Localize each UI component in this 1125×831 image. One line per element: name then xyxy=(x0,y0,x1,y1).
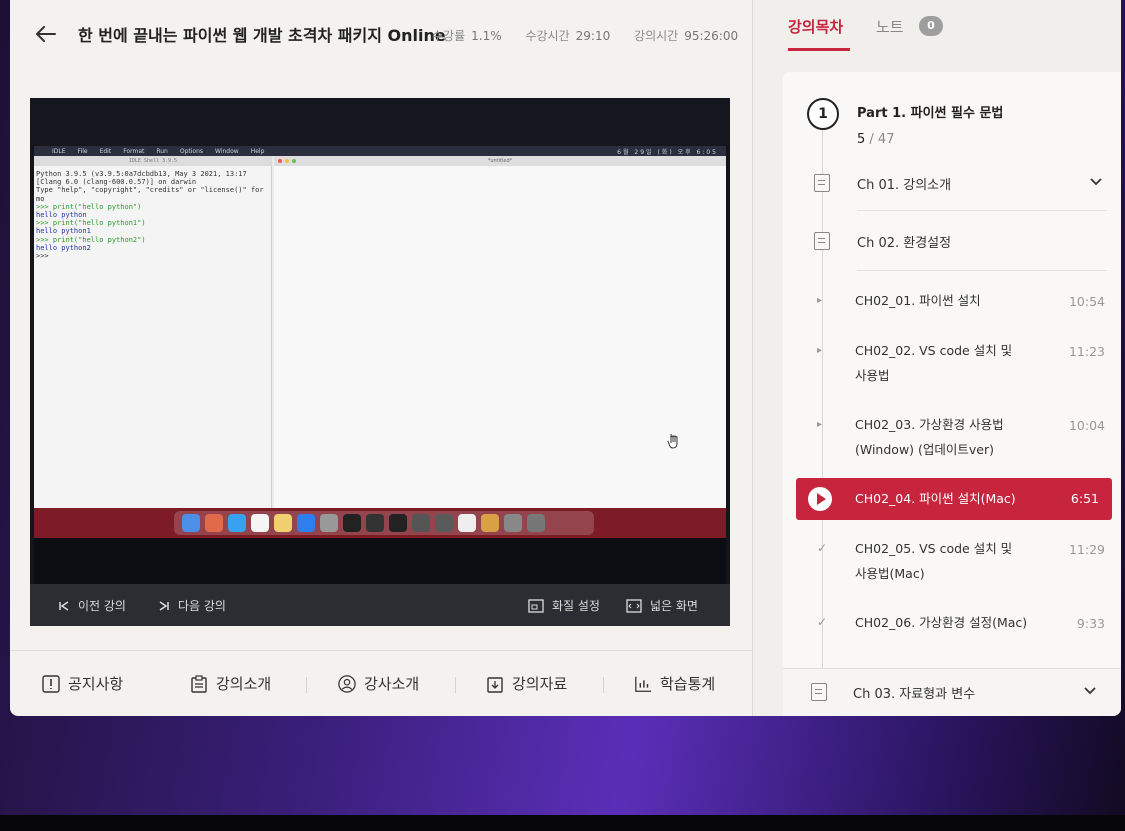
wide-screen-icon xyxy=(626,598,642,613)
tab-course-intro[interactable]: 강의소개 xyxy=(190,673,271,694)
notes-count-badge: 0 xyxy=(919,16,943,36)
curriculum-sidebar: 강의목차 노트 0 1 Part 1. 파이썬 필수 문법 5 / 47 Ch … xyxy=(752,0,1121,716)
chevron-down-icon xyxy=(1084,687,1096,695)
video-frame: IDLE Shell 3.9.5 Python 3.9.5 (v3.9.5:0a… xyxy=(34,156,726,508)
play-circle-icon xyxy=(808,487,832,511)
course-title: 한 번에 끝내는 파이썬 웹 개발 초격차 패키지 Online xyxy=(78,26,446,45)
part-number-badge: 1 xyxy=(807,98,839,130)
idle-editor-window: *untitled* xyxy=(274,156,726,508)
skip-forward-icon xyxy=(159,600,169,611)
quality-settings-button[interactable]: 화질 설정 xyxy=(528,597,600,614)
stat-progress: 수강률 1.1% xyxy=(432,29,502,43)
idle-shell-window: IDLE Shell 3.9.5 Python 3.9.5 (v3.9.5:0a… xyxy=(34,156,272,508)
tab-curriculum[interactable]: 강의목차 xyxy=(788,16,843,37)
tab-notes[interactable]: 노트 xyxy=(876,16,904,37)
next-lecture-button[interactable]: 다음 강의 xyxy=(158,597,226,614)
tab-instructor-intro[interactable]: 강사소개 xyxy=(338,673,419,694)
back-button[interactable] xyxy=(34,20,58,48)
curriculum-panel: 1 Part 1. 파이썬 필수 문법 5 / 47 Ch 01. 강의소개 C… xyxy=(783,72,1121,716)
checkmark-icon: ✓ xyxy=(817,615,828,629)
lesson-item[interactable]: ▸ CH02_01. 파이썬 설치 10:54 xyxy=(783,288,1121,314)
lesson-item[interactable]: ✓ CH02_06. 가상환경 설정(Mac) 9:33 xyxy=(783,610,1121,636)
mouse-pointer-icon xyxy=(667,434,678,449)
chapter-header[interactable]: Ch 03. 자료형과 변수 xyxy=(783,668,1121,716)
prev-lecture-button[interactable]: 이전 강의 xyxy=(58,597,126,614)
course-stats: 수강률 1.1% 수강시간 29:10 강의시간 95:26:00 xyxy=(432,27,758,44)
bar-chart-icon xyxy=(634,675,652,693)
mac-dock-area xyxy=(34,508,726,538)
user-circle-icon xyxy=(338,674,356,693)
lesson-item[interactable]: ▸ CH02_02. VS code 설치 및 사용법 11:23 xyxy=(783,338,1121,388)
play-small-icon: ▸ xyxy=(817,419,823,430)
play-small-icon: ▸ xyxy=(817,295,823,306)
document-icon xyxy=(814,174,830,192)
quality-icon xyxy=(528,598,544,613)
tab-notice[interactable]: 공지사항 xyxy=(42,673,123,694)
player-controls: 이전 강의 다음 강의 화질 설정 넓은 화면 xyxy=(30,584,730,626)
lecture-tabs: 공지사항 강의소개 강사소개 강의자료 학습통계 xyxy=(10,650,755,716)
lesson-item[interactable]: ✓ CH02_05. VS code 설치 및 사용법(Mac) 11:29 xyxy=(783,536,1121,586)
course-header: 한 번에 끝내는 파이썬 웹 개발 초격차 패키지 Online 수강률 1.1%… xyxy=(10,0,755,70)
video-player[interactable]: IDLE File Edit Format Run Options Window… xyxy=(30,98,730,626)
mac-menubar: IDLE File Edit Format Run Options Window… xyxy=(34,146,726,156)
chapter-header[interactable]: Ch 01. 강의소개 xyxy=(783,158,1121,208)
part-title[interactable]: Part 1. 파이썬 필수 문법 xyxy=(857,102,1003,121)
clipboard-icon xyxy=(190,674,208,693)
download-clipboard-icon xyxy=(486,675,504,693)
document-icon xyxy=(814,232,830,250)
browser-window: 한 번에 끝내는 파이썬 웹 개발 초격차 패키지 Online 수강률 1.1%… xyxy=(10,0,1121,716)
part-progress: 5 / 47 xyxy=(857,132,895,147)
stat-course-length: 강의시간 95:26:00 xyxy=(634,29,739,43)
sidebar-tabs: 강의목차 노트 0 xyxy=(753,0,1121,56)
chapter-header[interactable]: Ch 02. 환경설정 xyxy=(783,216,1121,266)
skip-back-icon xyxy=(59,600,69,611)
chevron-down-icon xyxy=(1090,178,1102,186)
play-small-icon: ▸ xyxy=(817,345,823,356)
mac-dock xyxy=(174,511,594,535)
arrow-left-icon xyxy=(36,26,56,42)
window-buttons-icon xyxy=(278,159,296,163)
checkmark-icon: ✓ xyxy=(817,541,828,555)
lesson-item-active[interactable]: CH02_04. 파이썬 설치(Mac) 6:51 xyxy=(796,478,1112,520)
wide-screen-button[interactable]: 넓은 화면 xyxy=(626,597,698,614)
stat-watch-time: 수강시간 29:10 xyxy=(525,29,611,43)
desk-edge xyxy=(0,815,1125,831)
lesson-item[interactable]: ▸ CH02_03. 가상환경 사용법 (Window) (업데이트ver) 1… xyxy=(783,412,1121,462)
tab-materials[interactable]: 강의자료 xyxy=(486,673,567,694)
notice-icon xyxy=(42,674,60,693)
tab-learning-stats[interactable]: 학습통계 xyxy=(634,673,715,694)
document-icon xyxy=(811,683,827,701)
